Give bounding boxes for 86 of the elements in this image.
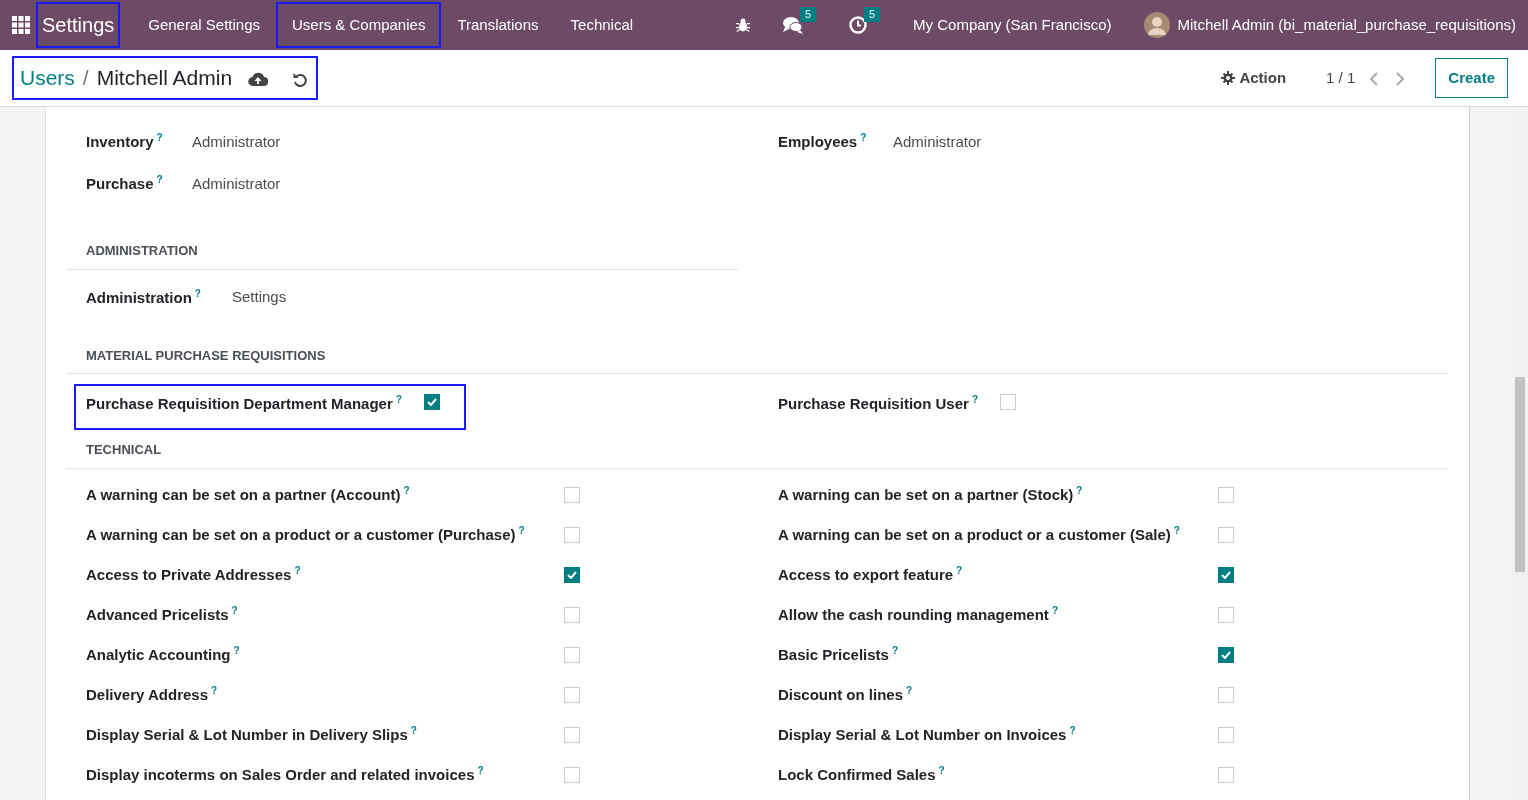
menu-item[interactable]: Technical bbox=[554, 2, 650, 48]
field-label: Delivery Address bbox=[86, 685, 208, 703]
field-value: Administrator bbox=[192, 131, 281, 152]
field-label: A warning can be set on a product or a customer (Purchase) bbox=[86, 525, 516, 543]
company-switcher[interactable]: My Company (San Francisco) bbox=[897, 2, 1128, 48]
grid-icon bbox=[12, 16, 30, 34]
field-label: A warning can be set on a partner (Account) bbox=[86, 485, 401, 503]
menu-item[interactable]: Translations bbox=[441, 2, 555, 48]
help-icon[interactable]: ? bbox=[518, 524, 525, 536]
help-icon[interactable]: ? bbox=[938, 764, 945, 776]
gear-icon bbox=[1221, 71, 1236, 85]
action-button[interactable]: Action bbox=[1209, 60, 1299, 96]
field-label: Administration bbox=[86, 288, 192, 306]
help-icon[interactable]: ? bbox=[956, 564, 963, 576]
help-icon[interactable]: ? bbox=[891, 644, 898, 656]
menu-item[interactable]: Users & Companies bbox=[276, 2, 442, 48]
activities-button[interactable]: 5 bbox=[833, 2, 884, 48]
avatar-icon bbox=[1143, 12, 1170, 38]
app-title[interactable]: Settings bbox=[36, 2, 121, 48]
help-icon[interactable]: ? bbox=[194, 287, 201, 299]
field-label: A warning can be set on a product or a customer (Sale) bbox=[778, 525, 1171, 543]
field-label: Purchase Requisition Department Manager bbox=[86, 395, 393, 412]
messages-button[interactable]: 5 bbox=[767, 2, 820, 48]
help-icon[interactable]: ? bbox=[860, 132, 867, 144]
section-title: TECHNICAL bbox=[66, 440, 1448, 469]
scrollbar[interactable] bbox=[1512, 107, 1528, 800]
cloud-upload-icon bbox=[248, 70, 269, 87]
field-label: Purchase bbox=[86, 175, 154, 193]
pager-value: 1 / 1 bbox=[1326, 67, 1356, 88]
help-icon[interactable]: ? bbox=[1069, 724, 1076, 736]
check-icon bbox=[426, 398, 437, 406]
chat-bubbles-icon bbox=[783, 16, 804, 34]
checkbox[interactable] bbox=[564, 566, 580, 583]
field-label: Display incoterms on Sales Order and related invoices bbox=[86, 765, 475, 783]
bug-icon bbox=[735, 17, 752, 33]
user-menu[interactable]: Mitchell Admin (bi_material_purchase_requisitions) bbox=[1127, 2, 1518, 48]
field-label: Lock Confirmed Sales bbox=[778, 765, 936, 783]
field-value: Administrator bbox=[893, 131, 982, 152]
field-label: Inventory bbox=[86, 133, 154, 151]
field-label: Display Serial & Lot Number in Delivery Slips bbox=[86, 725, 408, 743]
field-label: Allow the cash rounding management bbox=[778, 605, 1049, 623]
breadcrumb-separator: / bbox=[82, 65, 89, 92]
field-label: Display Serial & Lot Number on Invoices bbox=[778, 725, 1067, 743]
field-label: Access to Private Addresses bbox=[86, 565, 292, 583]
help-icon[interactable]: ? bbox=[1051, 604, 1058, 616]
field-label: Advanced Pricelists bbox=[86, 605, 229, 623]
create-button[interactable]: Create bbox=[1435, 57, 1508, 99]
help-icon[interactable]: ? bbox=[403, 484, 410, 496]
field-value: Settings bbox=[232, 287, 287, 308]
section-title: MATERIAL PURCHASE REQUISITIONS bbox=[66, 345, 1448, 374]
section-title: ADMINISTRATION bbox=[66, 241, 738, 270]
help-icon[interactable]: ? bbox=[233, 644, 240, 656]
field-label: Analytic Accounting bbox=[86, 645, 231, 663]
checkbox[interactable] bbox=[1218, 646, 1234, 663]
checkbox[interactable] bbox=[1218, 566, 1234, 583]
help-icon[interactable]: ? bbox=[156, 132, 163, 144]
menu-item[interactable]: General Settings bbox=[132, 2, 276, 48]
help-icon[interactable]: ? bbox=[1076, 484, 1083, 496]
check-icon bbox=[567, 570, 577, 579]
field-label: Employees bbox=[778, 133, 858, 151]
counter-badge: 5 bbox=[799, 7, 817, 23]
counter-badge: 5 bbox=[863, 7, 881, 23]
help-icon[interactable]: ? bbox=[410, 724, 417, 736]
breadcrumb-link[interactable]: Users bbox=[20, 62, 75, 94]
field-label: Access to export feature bbox=[778, 565, 954, 583]
chevron-left-icon bbox=[1369, 70, 1380, 87]
field-label: Discount on lines bbox=[778, 685, 903, 703]
help-icon[interactable]: ? bbox=[156, 174, 163, 186]
clock-icon bbox=[849, 16, 868, 34]
field-label: A warning can be set on a partner (Stock) bbox=[778, 485, 1074, 503]
field-label: Purchase Requisition User bbox=[778, 395, 969, 412]
field-label: Basic Pricelists bbox=[778, 645, 889, 663]
help-icon[interactable]: ? bbox=[906, 684, 913, 696]
chevron-right-icon bbox=[1395, 70, 1406, 87]
help-icon[interactable]: ? bbox=[971, 394, 978, 405]
check-icon bbox=[1221, 570, 1231, 579]
help-icon[interactable]: ? bbox=[231, 604, 238, 616]
help-icon[interactable]: ? bbox=[395, 394, 402, 405]
checkbox[interactable] bbox=[423, 394, 440, 410]
record-title: Mitchell Admin bbox=[96, 65, 233, 92]
help-icon[interactable]: ? bbox=[1173, 524, 1180, 536]
check-icon bbox=[1221, 650, 1231, 659]
help-icon[interactable]: ? bbox=[211, 684, 218, 696]
help-icon[interactable]: ? bbox=[294, 564, 301, 576]
field-value: Administrator bbox=[192, 173, 281, 194]
help-icon[interactable]: ? bbox=[477, 764, 484, 776]
